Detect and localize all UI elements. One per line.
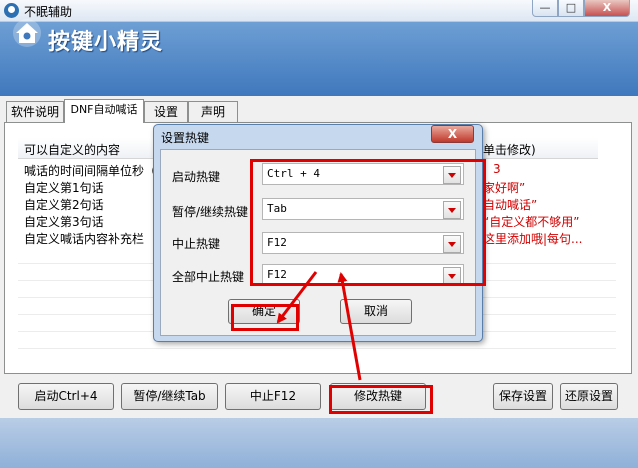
stop-all-hotkey-label: 全部中止热键 xyxy=(172,270,245,284)
minimize-button[interactable]: — xyxy=(532,0,558,17)
list-item-label[interactable]: 自定义第1句话 xyxy=(24,179,104,196)
list-item-value[interactable]: 这里添加哦|每句... xyxy=(483,230,583,247)
list-item-value[interactable]: “自定义都不够用” xyxy=(483,213,579,230)
tab-settings[interactable]: 设置 xyxy=(144,101,188,122)
annotation-box-ok xyxy=(231,304,299,331)
tab-software-info[interactable]: 软件说明 xyxy=(6,101,64,122)
status-bar xyxy=(0,418,638,468)
pause-resume-button[interactable]: 暂停/继续Tab xyxy=(121,383,218,410)
stop-button[interactable]: 中止F12 xyxy=(225,383,321,410)
column-header-content[interactable]: 可以自定义的内容 xyxy=(24,141,120,158)
column-header-value[interactable]: 单击修改) xyxy=(483,141,536,158)
list-item-value[interactable]: 自动喊话” xyxy=(483,196,537,213)
tab-statement[interactable]: 声明 xyxy=(188,101,238,122)
start-button[interactable]: 启动Ctrl+4 xyxy=(18,383,114,410)
list-item-value[interactable]: 3 xyxy=(493,162,501,176)
dialog-title: 设置热键 xyxy=(161,131,210,145)
list-item-label[interactable]: 自定义喊话内容补充栏 xyxy=(24,230,144,247)
close-button[interactable]: X xyxy=(584,0,630,17)
annotation-box-hotkeys xyxy=(250,159,486,286)
annotation-box-modify xyxy=(329,385,433,414)
list-item-label[interactable]: 喊话的时间间隔单位秒（ xyxy=(24,162,156,179)
app-icon xyxy=(4,3,19,18)
list-item-value[interactable]: 家好啊” xyxy=(483,179,525,196)
tab-dnf-auto-shout[interactable]: DNF自动喊话 xyxy=(64,99,144,123)
stop-hotkey-label: 中止热键 xyxy=(172,237,221,251)
pause-hotkey-label: 暂停/继续热键 xyxy=(172,205,249,219)
brand-name: 按键小精灵 xyxy=(48,30,164,55)
grid-line xyxy=(18,348,616,349)
list-item-label[interactable]: 自定义第2句话 xyxy=(24,196,104,213)
list-item-label[interactable]: 自定义第3句话 xyxy=(24,213,104,230)
save-settings-button[interactable]: 保存设置 xyxy=(493,383,553,410)
restore-settings-button[interactable]: 还原设置 xyxy=(560,383,618,410)
dialog-close-button[interactable]: X xyxy=(431,125,474,143)
maximize-button[interactable]: □ xyxy=(558,0,584,17)
house-logo-icon xyxy=(13,19,41,47)
start-hotkey-label: 启动热键 xyxy=(172,170,221,184)
cancel-button[interactable]: 取消 xyxy=(340,299,412,324)
